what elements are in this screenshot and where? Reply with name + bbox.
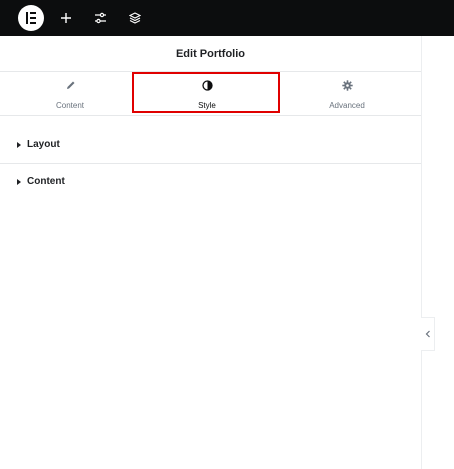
- section-layout-label: Layout: [27, 139, 60, 150]
- section-layout[interactable]: Layout: [0, 126, 421, 164]
- layers-icon[interactable]: [125, 8, 145, 28]
- tab-advanced[interactable]: Advanced: [277, 72, 417, 115]
- section-content[interactable]: Content: [0, 163, 421, 200]
- top-bar: [0, 0, 454, 36]
- collapse-panel-button[interactable]: [421, 317, 435, 351]
- elementor-logo-icon[interactable]: [18, 5, 44, 31]
- settings-sliders-icon[interactable]: [90, 8, 110, 28]
- pencil-icon: [65, 78, 76, 96]
- caret-right-icon: [17, 178, 21, 185]
- panel-title: Edit Portfolio: [0, 36, 421, 72]
- tab-content-label: Content: [55, 100, 85, 110]
- chevron-left-icon: [425, 325, 431, 343]
- tab-content[interactable]: Content: [0, 72, 140, 115]
- plus-icon[interactable]: [56, 8, 76, 28]
- section-content-label: Content: [27, 176, 65, 187]
- tab-advanced-label: Advanced: [329, 100, 365, 110]
- highlight-box: [132, 72, 280, 113]
- caret-right-icon: [17, 141, 21, 148]
- gear-icon: [341, 78, 353, 96]
